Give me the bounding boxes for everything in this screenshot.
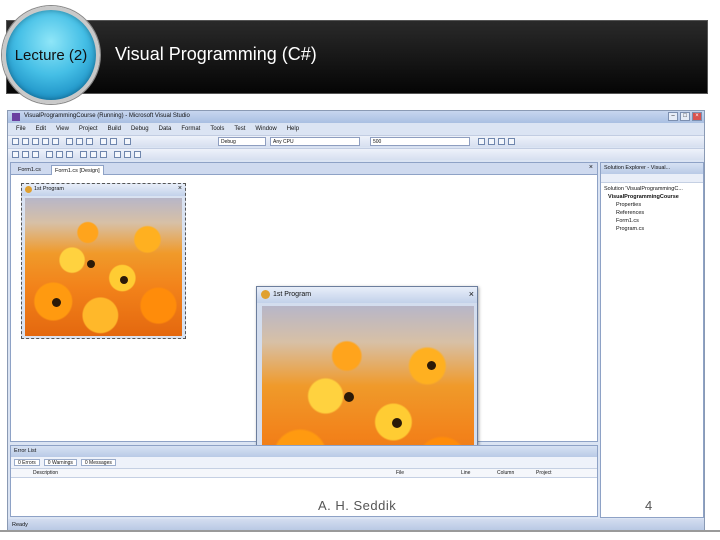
platform-select[interactable]: Any CPU (270, 137, 360, 146)
menu-test[interactable]: Test (230, 124, 251, 135)
close-document-icon[interactable]: × (589, 164, 593, 171)
align-top-icon[interactable] (46, 151, 53, 158)
tab-form1-code[interactable]: Form1.cs (15, 165, 44, 175)
tree-item-solution[interactable]: Solution 'VisualProgrammingC... (604, 185, 700, 193)
add-item-icon[interactable] (22, 138, 29, 145)
toolbox-icon[interactable] (508, 138, 515, 145)
error-list-filters: 0 Errors 0 Warnings 0 Messages (11, 457, 597, 469)
menu-project[interactable]: Project (75, 124, 104, 135)
save-icon[interactable] (42, 138, 49, 145)
column-file[interactable]: File (396, 470, 404, 476)
error-list-header: Description File Line Column Project (11, 469, 597, 478)
error-list-title: Error List (11, 446, 597, 457)
menu-build[interactable]: Build (104, 124, 127, 135)
window-controls: – □ × (668, 112, 702, 121)
menu-format[interactable]: Format (177, 124, 206, 135)
slide-header-bar (6, 20, 708, 94)
solution-tree: Solution 'VisualProgrammingC... VisualPr… (601, 183, 703, 235)
align-middle-icon[interactable] (56, 151, 63, 158)
footer-divider (0, 530, 720, 532)
open-file-icon[interactable] (32, 138, 39, 145)
tree-item-program[interactable]: Program.cs (604, 225, 700, 233)
menu-debug[interactable]: Debug (127, 124, 155, 135)
visual-studio-screenshot: VisualProgrammingCourse (Running) - Micr… (7, 110, 705, 532)
column-project[interactable]: Project (536, 470, 552, 476)
vs-app-icon (12, 113, 20, 121)
align-center-icon[interactable] (22, 151, 29, 158)
solution-explorer: Solution Explorer - Visual... Solution '… (600, 162, 704, 518)
align-right-icon[interactable] (32, 151, 39, 158)
solution-explorer-toolbar (601, 174, 703, 183)
error-list-panel: Error List 0 Errors 0 Warnings 0 Message… (10, 445, 598, 517)
running-form-title: 1st Program (273, 291, 312, 298)
same-width-icon[interactable] (80, 151, 87, 158)
start-debug-icon[interactable] (124, 138, 131, 145)
errors-filter-button[interactable]: 0 Errors (14, 459, 40, 466)
menu-file[interactable]: File (12, 124, 32, 135)
warnings-filter-button[interactable]: 0 Warnings (43, 459, 77, 466)
solution-config-select[interactable]: Debug (218, 137, 266, 146)
properties-icon[interactable] (498, 138, 505, 145)
menu-tools[interactable]: Tools (206, 124, 230, 135)
design-form-title: 1st Program (34, 186, 64, 192)
footer-author: A. H. Seddik (318, 498, 397, 513)
document-tabs: Form1.cs Form1.cs [Design] × (11, 163, 597, 175)
menu-view[interactable]: View (52, 124, 75, 135)
tree-item-properties[interactable]: Properties (604, 201, 700, 209)
vs-window-title: VisualProgrammingCourse (Running) - Micr… (24, 113, 190, 119)
undo-icon[interactable] (100, 138, 107, 145)
find-icon[interactable] (478, 138, 485, 145)
form-icon (25, 186, 32, 193)
minimize-button[interactable]: – (668, 112, 678, 121)
menu-window[interactable]: Window (251, 124, 282, 135)
tree-item-form1[interactable]: Form1.cs (604, 217, 700, 225)
running-form-titlebar: 1st Program × (257, 287, 477, 303)
maximize-button[interactable]: □ (680, 112, 690, 121)
redo-icon[interactable] (110, 138, 117, 145)
form-close-button[interactable]: × (469, 289, 474, 299)
bring-front-icon[interactable] (124, 151, 131, 158)
menu-edit[interactable]: Edit (32, 124, 52, 135)
standard-toolbar: Debug Any CPU 500 (8, 135, 704, 147)
column-description[interactable]: Description (33, 470, 58, 476)
vs-menu-bar: File Edit View Project Build Debug Data … (8, 124, 704, 135)
lecture-badge-label: Lecture (2) (14, 46, 88, 64)
save-all-icon[interactable] (52, 138, 59, 145)
column-line[interactable]: Line (461, 470, 470, 476)
vs-title-bar: VisualProgrammingCourse (Running) - Micr… (8, 111, 704, 123)
solution-explorer-title: Solution Explorer - Visual... (601, 163, 703, 174)
same-size-icon[interactable] (100, 151, 107, 158)
form-close-icon: × (177, 185, 182, 192)
page-number: 4 (645, 498, 653, 513)
close-button[interactable]: × (692, 112, 702, 121)
copy-icon[interactable] (76, 138, 83, 145)
form-designer: Form1.cs Form1.cs [Design] × 1st Program… (10, 162, 598, 510)
same-height-icon[interactable] (90, 151, 97, 158)
menu-data[interactable]: Data (155, 124, 178, 135)
spacing-icon[interactable] (114, 151, 121, 158)
cut-icon[interactable] (66, 138, 73, 145)
messages-filter-button[interactable]: 0 Messages (80, 459, 116, 466)
column-column[interactable]: Column (497, 470, 514, 476)
design-form-titlebar: 1st Program × (22, 184, 185, 196)
menu-help[interactable]: Help (283, 124, 305, 135)
lecture-badge: Lecture (2) (2, 6, 100, 104)
design-form[interactable]: 1st Program × (21, 183, 186, 339)
slide-title: Visual Programming (C#) (115, 44, 317, 64)
layout-toolbar (8, 148, 704, 160)
tree-item-project[interactable]: VisualProgrammingCourse (604, 193, 700, 201)
align-left-icon[interactable] (12, 151, 19, 158)
find-combo[interactable]: 500 (370, 137, 470, 146)
tab-form1-design[interactable]: Form1.cs [Design] (51, 165, 104, 175)
tree-item-references[interactable]: References (604, 209, 700, 217)
new-project-icon[interactable] (12, 138, 19, 145)
form-icon (261, 290, 270, 299)
solution-explorer-icon[interactable] (488, 138, 495, 145)
paste-icon[interactable] (86, 138, 93, 145)
picture-box-design[interactable] (25, 198, 182, 336)
align-bottom-icon[interactable] (66, 151, 73, 158)
send-back-icon[interactable] (134, 151, 141, 158)
